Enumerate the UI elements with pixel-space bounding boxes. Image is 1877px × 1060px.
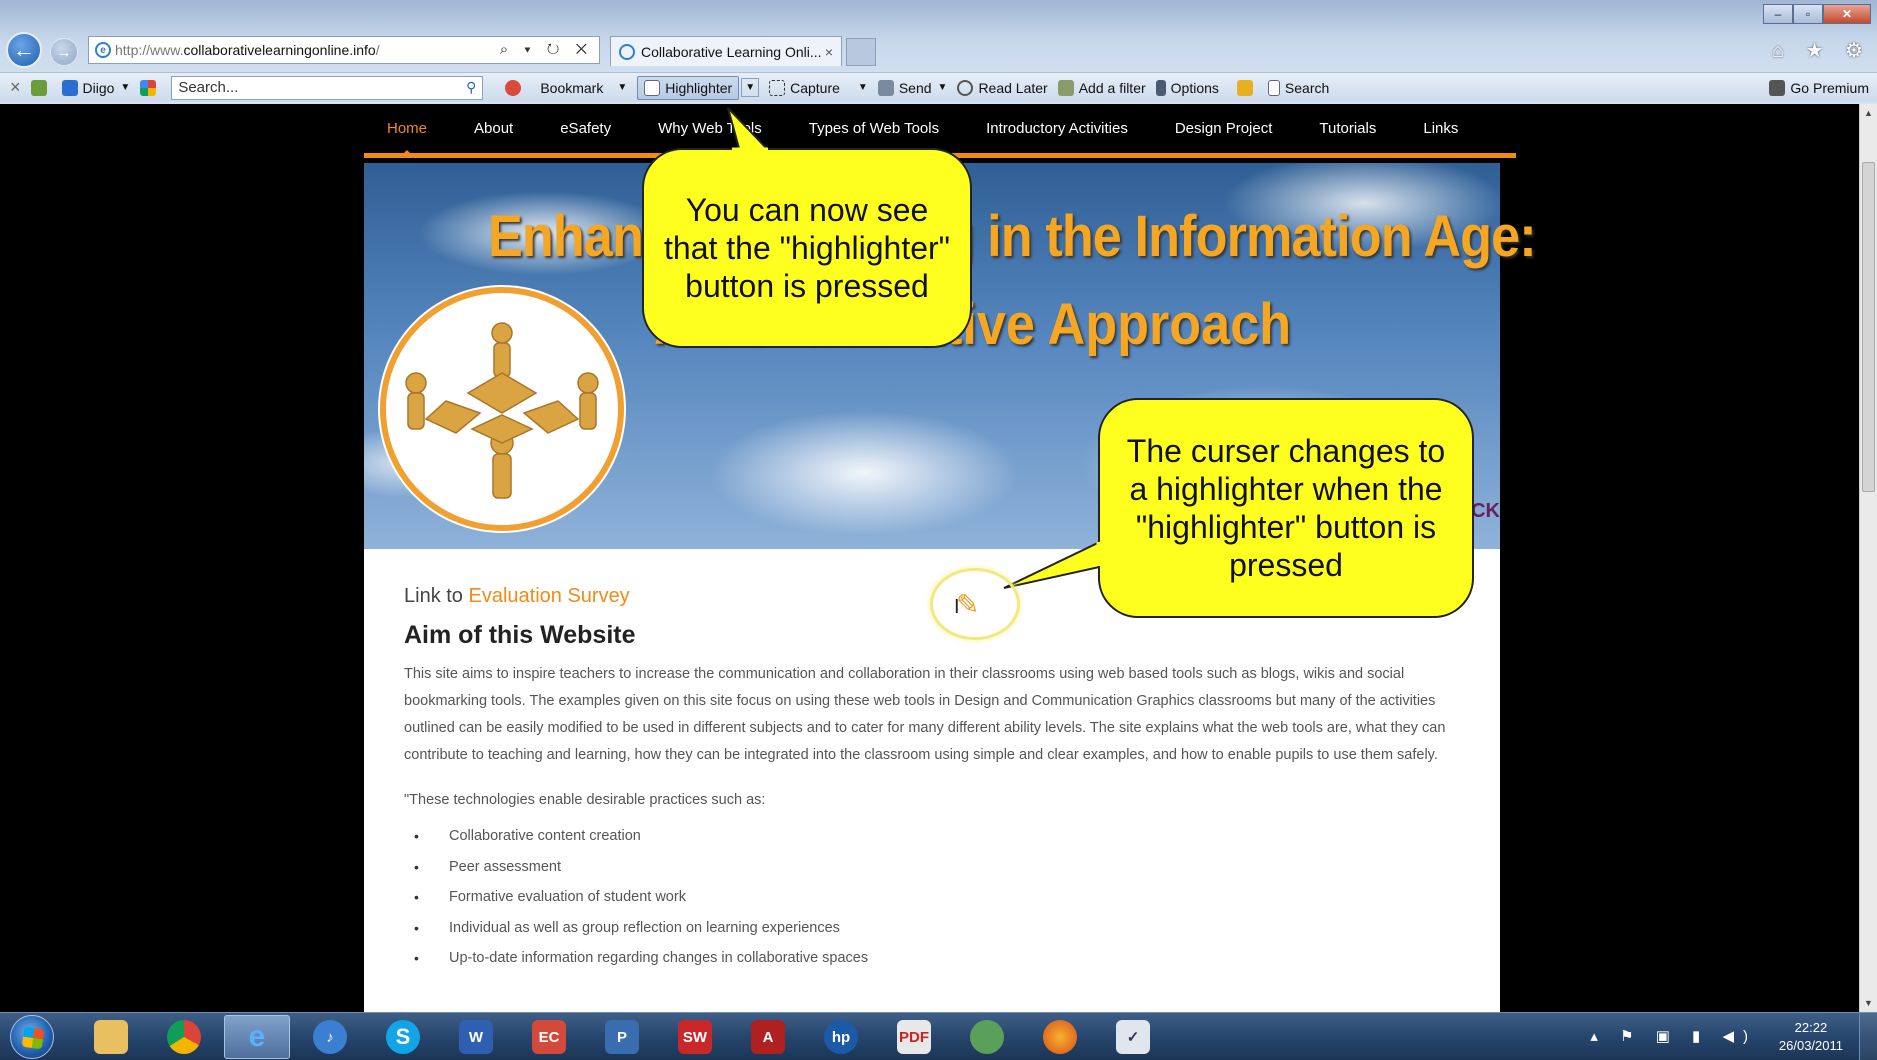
firefox-taskbar-icon[interactable] bbox=[1027, 1015, 1093, 1059]
callout-pointer-joins bbox=[732, 147, 1102, 566]
start-button[interactable] bbox=[10, 1015, 54, 1059]
windows-logo-icon bbox=[21, 1026, 45, 1050]
word-taskbar-icon[interactable]: W bbox=[443, 1015, 509, 1059]
taskbar-clock[interactable]: 22:22 26/03/2011 bbox=[1779, 1019, 1843, 1055]
show-desktop-button[interactable] bbox=[1859, 1013, 1877, 1060]
solidworks-taskbar-icon[interactable]: SW bbox=[662, 1015, 728, 1059]
ec-app-taskbar-icon[interactable]: EC bbox=[516, 1015, 582, 1059]
messenger-taskbar-icon[interactable] bbox=[954, 1015, 1020, 1059]
explorer-taskbar-icon[interactable] bbox=[78, 1015, 144, 1059]
hp-taskbar-icon[interactable]: hp bbox=[808, 1015, 874, 1059]
ie-taskbar-icon[interactable]: e bbox=[224, 1015, 290, 1059]
autocad-taskbar-icon[interactable]: A bbox=[735, 1015, 801, 1059]
system-tray-icons[interactable]: ▴ ⚑ ▣ ▮ ◀) bbox=[1590, 1027, 1757, 1045]
project-taskbar-icon[interactable]: P bbox=[589, 1015, 655, 1059]
taskbar-apps: e ♪ S W EC P SW A hp PDF ✓ bbox=[78, 1015, 1173, 1059]
clock-date: 26/03/2011 bbox=[1778, 1038, 1843, 1053]
windows-taskbar: e ♪ S W EC P SW A hp PDF ✓ ▴ ⚑ ▣ ▮ ◀) 22… bbox=[0, 1012, 1877, 1060]
clock-time: 22:22 bbox=[1794, 1020, 1828, 1035]
itunes-taskbar-icon[interactable]: ♪ bbox=[297, 1015, 363, 1059]
skype-taskbar-icon[interactable]: S bbox=[370, 1015, 436, 1059]
pdf-tool-taskbar-icon[interactable]: PDF bbox=[881, 1015, 947, 1059]
chrome-taskbar-icon[interactable] bbox=[151, 1015, 217, 1059]
scheduler-taskbar-icon[interactable]: ✓ bbox=[1100, 1015, 1166, 1059]
highlighter-cursor-icon: ✎ bbox=[956, 589, 980, 620]
